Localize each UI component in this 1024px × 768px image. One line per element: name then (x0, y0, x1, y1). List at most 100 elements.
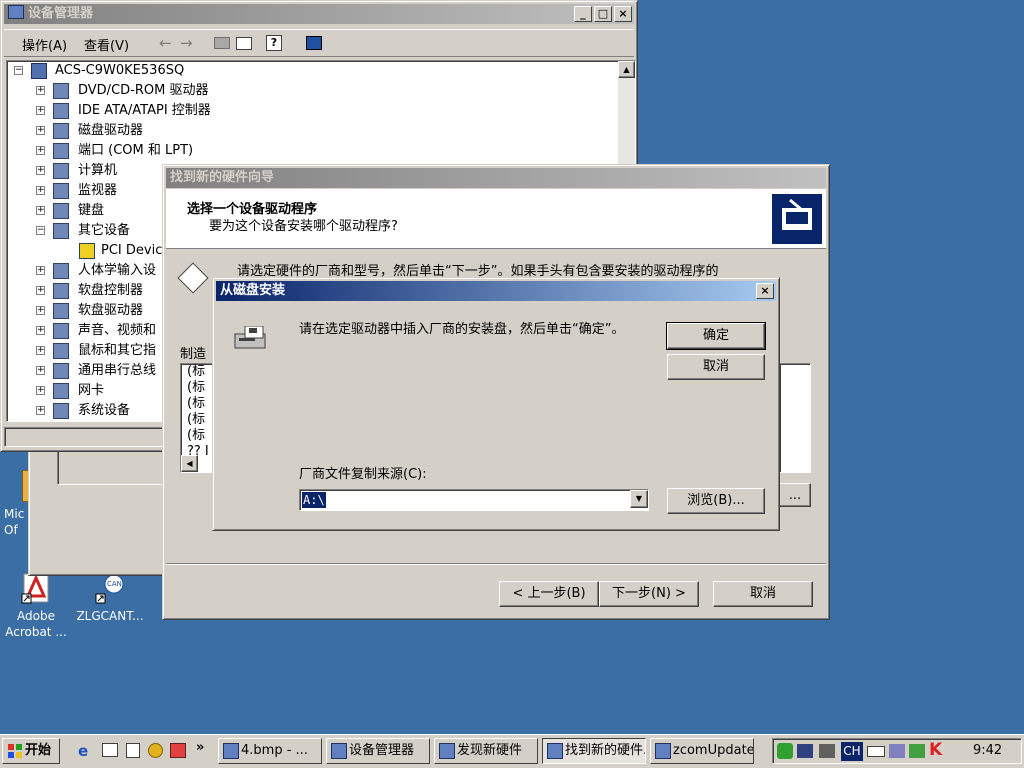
close-button[interactable]: × (614, 6, 632, 22)
list-item[interactable]: (标 (187, 364, 213, 380)
device-manager-titlebar[interactable]: 设备管理器 _ □ × (4, 4, 634, 24)
show-desktop-icon[interactable] (102, 743, 118, 757)
unknown-device-icon (79, 243, 95, 259)
expand-toggle[interactable]: + (36, 366, 45, 375)
expand-toggle[interactable]: + (36, 186, 45, 195)
wizard-titlebar[interactable]: 找到新的硬件向导 (166, 168, 826, 188)
expand-toggle[interactable]: + (36, 386, 45, 395)
desktop-icon-label: ZLGCANT... (76, 609, 144, 623)
back-arrow-icon[interactable]: ← (159, 34, 172, 52)
have-disk-button[interactable]: ... (779, 483, 811, 507)
source-combobox[interactable]: A:\ ▼ (299, 489, 649, 511)
expand-toggle[interactable]: + (36, 126, 45, 135)
install-from-disk-dialog[interactable]: 从磁盘安装 × 请在选定驱动器中插入厂商的安装盘，然后单击“确定”。 确定 取消… (212, 277, 780, 531)
wizard-header: 选择一个设备驱动程序 要为这个设备安装哪个驱动程序? (166, 189, 826, 249)
device-category-icon (53, 323, 69, 339)
language-indicator[interactable]: CH (841, 742, 863, 761)
ie-icon[interactable]: e (78, 742, 94, 760)
taskbar-button[interactable]: 发现新硬件 (434, 738, 538, 764)
tool-icon[interactable] (170, 743, 186, 758)
start-button[interactable]: 开始 (2, 738, 60, 764)
device-manager-app-icon (8, 5, 24, 19)
desktop-icon-adobe-acrobat[interactable]: Adobe Acrobat ... (0, 572, 72, 640)
notepad-icon[interactable] (126, 743, 140, 758)
wizard-separator (166, 563, 826, 565)
back-button[interactable]: < 上一步(B) (499, 581, 599, 607)
expand-toggle[interactable]: + (36, 106, 45, 115)
device-category-icon (53, 163, 69, 179)
collapse-toggle[interactable]: − (14, 66, 23, 75)
network-icon[interactable] (777, 743, 793, 759)
expand-toggle[interactable]: + (36, 346, 45, 355)
model-list[interactable] (779, 363, 811, 473)
monitor-icon[interactable] (306, 36, 322, 50)
browse-button[interactable]: 浏览(B)... (667, 488, 765, 514)
expand-toggle[interactable]: + (36, 166, 45, 175)
properties-icon[interactable] (236, 37, 252, 50)
expand-toggle[interactable]: + (36, 406, 45, 415)
maximize-button[interactable]: □ (594, 6, 612, 22)
media-icon[interactable] (148, 743, 163, 758)
taskbar-button[interactable]: zcomUpdate (650, 738, 754, 764)
tree-item-label: 端口 (COM 和 LPT) (78, 143, 194, 158)
install-dialog-title: 从磁盘安装 (220, 283, 286, 298)
menu-action[interactable]: 操作(A) (22, 35, 67, 54)
expand-toggle[interactable]: − (36, 226, 45, 235)
scroll-up-button[interactable]: ▲ (618, 61, 635, 78)
windows-logo-icon (7, 743, 23, 759)
taskbar-button-label: 设备管理器 (349, 743, 415, 758)
taskbar-button-label: zcomUpdate (673, 743, 754, 758)
install-dialog-titlebar[interactable]: 从磁盘安装 × (216, 281, 776, 301)
taskbar-button-label: 发现新硬件 (457, 743, 523, 758)
minimize-button[interactable]: _ (574, 6, 592, 22)
desktop-icon-zlgcan[interactable]: CAN ZLGCANT... (74, 572, 146, 624)
help-icon[interactable]: ? (266, 35, 282, 51)
quick-launch-more[interactable]: » (196, 740, 204, 755)
expand-toggle[interactable]: + (36, 206, 45, 215)
list-item[interactable]: (标 (187, 412, 213, 428)
taskbar-button[interactable]: 设备管理器 (326, 738, 430, 764)
tree-item-label: 鼠标和其它指 (78, 343, 157, 358)
device-category-icon (53, 103, 69, 119)
list-scroll-left-button[interactable]: ◀ (181, 455, 198, 472)
source-input[interactable]: A:\ (302, 492, 326, 508)
expand-toggle[interactable]: + (36, 86, 45, 95)
clock: 9:42 (973, 743, 1003, 758)
expand-toggle[interactable]: + (36, 306, 45, 315)
next-button[interactable]: 下一步(N) > (599, 581, 699, 607)
expand-toggle[interactable]: + (36, 326, 45, 335)
bluetooth-icon[interactable] (909, 744, 925, 758)
system-tray: CH K 9:42 (772, 738, 1022, 764)
ime-icon[interactable] (889, 744, 905, 758)
desktop-icon-label: Adobe Acrobat ... (5, 609, 67, 639)
dialog-cancel-button[interactable]: 取消 (667, 354, 765, 380)
tree-item-label: 软盘驱动器 (78, 303, 144, 318)
folder-icon[interactable] (214, 37, 230, 49)
display-icon[interactable] (797, 744, 813, 758)
antivirus-icon[interactable]: K (929, 740, 942, 760)
tree-item-label: 其它设备 (78, 223, 131, 238)
window-icon (547, 743, 563, 759)
device-category-icon (53, 223, 69, 239)
wizard-cancel-button[interactable]: 取消 (713, 581, 813, 607)
expand-toggle[interactable]: + (36, 286, 45, 295)
window-icon (655, 743, 671, 759)
list-item[interactable]: (标 (187, 428, 213, 444)
keyboard-icon[interactable] (867, 746, 885, 757)
taskbar-button[interactable]: 4.bmp - ... (218, 738, 322, 764)
ok-button[interactable]: 确定 (666, 322, 766, 350)
expand-toggle[interactable]: + (36, 266, 45, 275)
device-category-icon (53, 143, 69, 159)
expand-toggle[interactable]: + (36, 146, 45, 155)
list-item[interactable]: (标 (187, 380, 213, 396)
menu-view[interactable]: 查看(V) (84, 35, 129, 54)
chevron-down-icon[interactable]: ▼ (630, 490, 648, 508)
forward-arrow-icon[interactable]: → (180, 34, 193, 52)
dialog-close-button[interactable]: × (756, 283, 774, 299)
manufacturer-label: 制造 (180, 347, 207, 362)
printer-icon[interactable] (819, 744, 835, 758)
taskbar-button[interactable]: 找到新的硬件... (542, 738, 646, 764)
list-item[interactable]: (标 (187, 396, 213, 412)
manufacturer-list[interactable]: (标 (标 (标 (标 (标?? I ◀ (180, 363, 214, 473)
tree-item-label: DVD/CD-ROM 驱动器 (78, 83, 209, 98)
